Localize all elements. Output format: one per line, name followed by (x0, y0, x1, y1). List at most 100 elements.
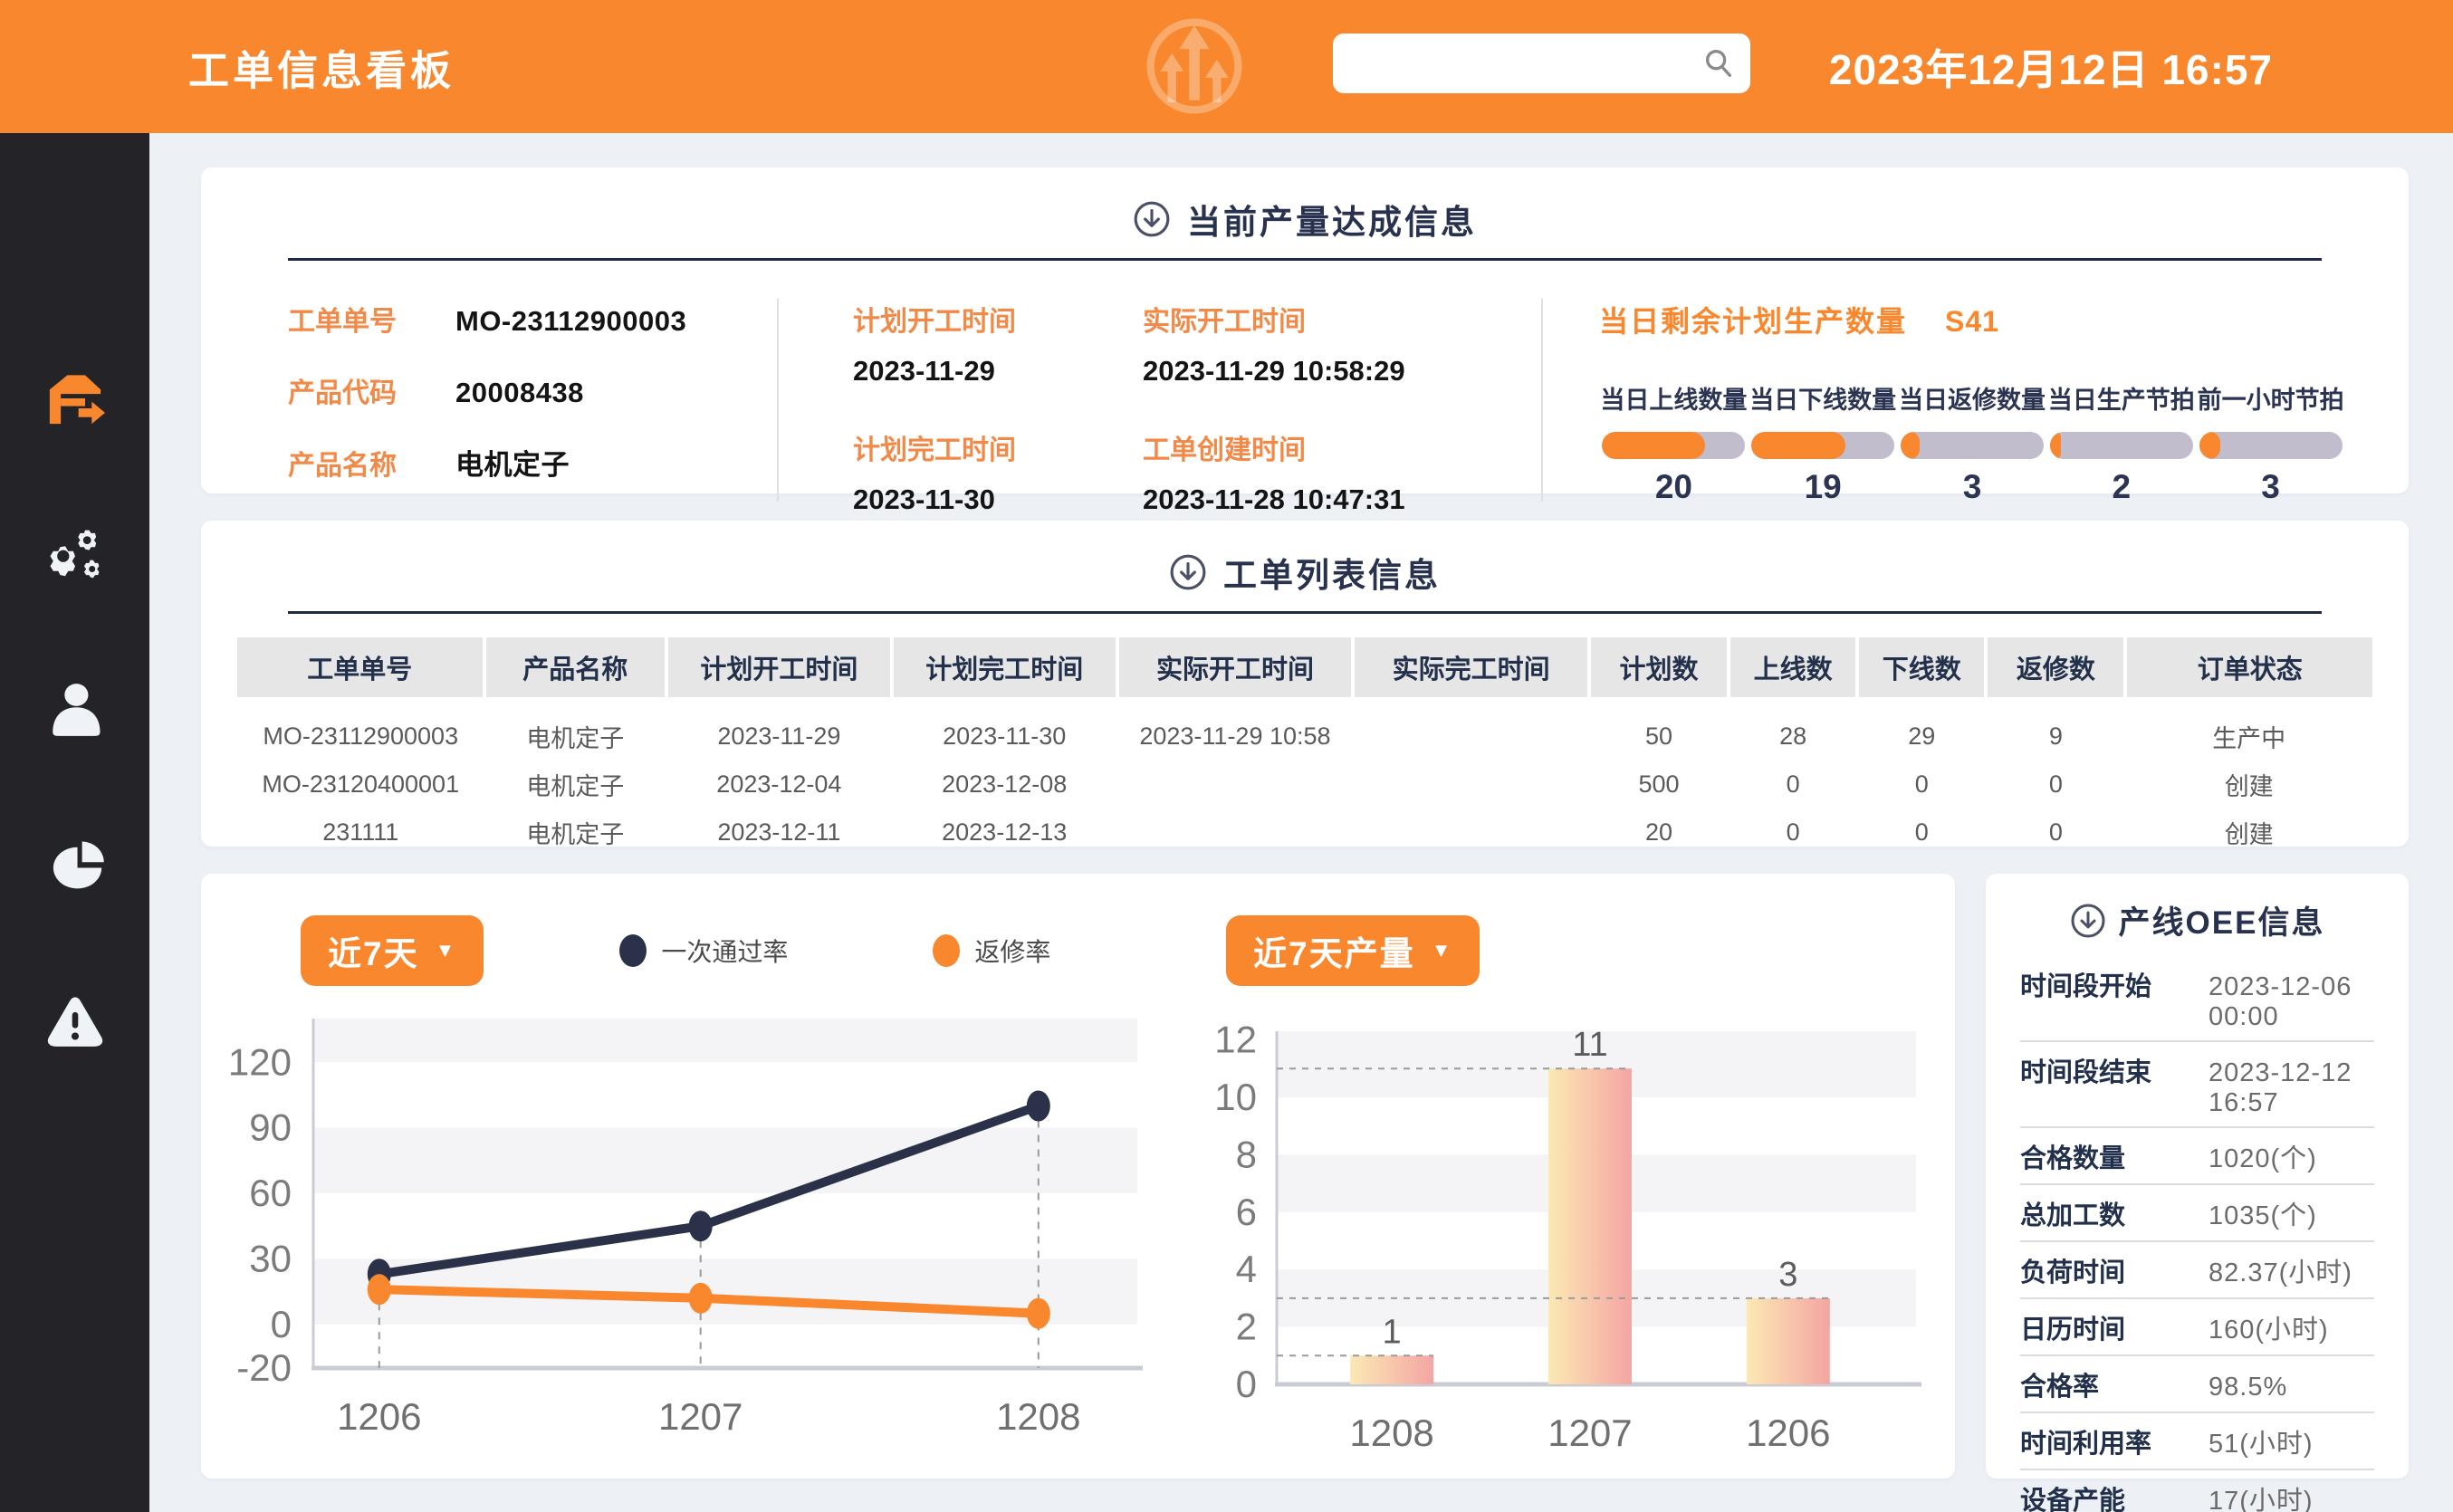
oee-rows: 时间段开始2023-12-06 00:00时间段结束2023-12-12 16:… (2020, 956, 2374, 1512)
table-cell: 2023-12-04 (666, 761, 892, 809)
sidebar-item-users[interactable] (36, 671, 114, 749)
pass-rate-chart-section: 近7天 ▼ 一次通过率返修率 -200306090120120612071208 (201, 874, 1188, 1479)
time-value: 2023-11-29 (853, 355, 1143, 388)
time-label: 计划完工时间 (853, 427, 1143, 467)
orders-card: 工单列表信息 工单单号产品名称计划开工时间计划完工时间实际开工时间实际完工时间计… (201, 521, 2409, 847)
oee-value: 2023-12-06 00:00 (2209, 972, 2374, 1032)
gears-icon (45, 524, 105, 584)
table-column-header: 计划完工时间 (892, 637, 1117, 697)
table-cell (1353, 697, 1589, 761)
progress-fill (1751, 432, 1845, 459)
oee-row: 设备产能17(小时) (2020, 1470, 2374, 1512)
data-point (689, 1211, 713, 1241)
table-cell: 500 (1589, 761, 1729, 809)
search-input[interactable] (1333, 33, 1750, 93)
y-tick-label: 0 (271, 1303, 292, 1345)
oee-label: 负荷时间 (2020, 1251, 2209, 1289)
oee-label: 时间利用率 (2020, 1422, 2209, 1460)
header: 工单信息看板 2023年12月12日 16:57 (0, 0, 2453, 133)
oee-row: 时间段结束2023-12-12 16:57 (2020, 1042, 2374, 1128)
production-card: 当前产量达成信息 工单单号MO-23112900003产品代码20008438产… (201, 167, 2409, 493)
table-row[interactable]: 231111电机定子2023-12-112023-12-1320000创建 (237, 809, 2372, 856)
stat-value: 19 (1749, 468, 1898, 506)
oee-row: 时间利用率51(小时) (2020, 1413, 2374, 1470)
daily-stat: 前一小时节拍3 (2196, 380, 2345, 506)
y-tick-label: 6 (1236, 1191, 1257, 1233)
x-tick-label: 1208 (996, 1395, 1080, 1438)
y-tick-label: 10 (1214, 1076, 1257, 1118)
oee-value: 17(小时) (2209, 1479, 2374, 1512)
x-tick-label: 1207 (1547, 1412, 1632, 1454)
table-cell: 231111 (237, 809, 484, 856)
field-value: 电机定子 (455, 442, 570, 483)
remaining-label: 当日剩余计划生产数量 (1599, 305, 1907, 338)
table-cell: MO-23120400001 (237, 761, 484, 809)
remaining-value: S41 (1945, 305, 1999, 338)
oee-value: 98.5% (2209, 1373, 2374, 1402)
data-point (368, 1274, 391, 1305)
sidebar-item-reports[interactable] (36, 827, 114, 904)
legend-item: 返修率 (933, 933, 1050, 969)
table-cell: 2023-11-30 (892, 697, 1117, 761)
bar (1350, 1355, 1433, 1384)
oee-label: 设备产能 (2020, 1479, 2209, 1512)
search-icon[interactable] (1701, 46, 1736, 81)
charts-card: 近7天 ▼ 一次通过率返修率 -200306090120120612071208… (201, 874, 1955, 1479)
oee-row: 合格率98.5% (2020, 1356, 2374, 1413)
oee-label: 合格率 (2020, 1365, 2209, 1403)
production-card-title: 当前产量达成信息 (1187, 195, 1477, 244)
output-chart-section: 近7天产量 ▼ 1113024681012120812071206 (1188, 874, 1955, 1479)
table-cell: 电机定子 (484, 761, 666, 809)
time-label: 工单创建时间 (1143, 427, 1541, 467)
y-tick-label: 120 (228, 1040, 292, 1083)
sidebar-item-settings[interactable] (36, 515, 114, 593)
line-range-dropdown[interactable]: 近7天 ▼ (301, 915, 484, 986)
pie-chart-icon (45, 836, 105, 895)
table-cell: 创建 (2125, 809, 2372, 856)
x-tick-label: 1208 (1349, 1412, 1433, 1454)
oee-card-title: 产线OEE信息 (2119, 897, 2325, 943)
daily-stat: 当日上线数量20 (1599, 380, 1749, 506)
table-column-header: 产品名称 (484, 637, 666, 697)
work-order-field: 产品代码20008438 (288, 370, 777, 410)
warning-icon (45, 991, 105, 1051)
legend-label: 一次通过率 (661, 933, 788, 969)
x-tick-label: 1206 (1746, 1412, 1830, 1454)
stat-label: 当日生产节拍 (2046, 380, 2196, 416)
bar-value-label: 3 (1778, 1256, 1797, 1294)
legend-item: 一次通过率 (619, 933, 788, 969)
table-cell: 50 (1589, 697, 1729, 761)
table-cell: 2023-12-08 (892, 761, 1117, 809)
oee-value: 82.37(小时) (2209, 1251, 2374, 1289)
page-title: 工单信息看板 (188, 37, 455, 96)
table-cell (1117, 809, 1354, 856)
circled-down-arrow-icon (1169, 553, 1207, 591)
field-value: 20008438 (455, 377, 584, 409)
caret-down-icon: ▼ (1432, 939, 1453, 962)
x-tick-label: 1207 (658, 1395, 743, 1438)
table-column-header: 下线数 (1857, 637, 1986, 697)
line-range-label: 近7天 (328, 926, 419, 975)
bar (1548, 1068, 1632, 1384)
progress-track (1602, 432, 1745, 459)
sidebar-item-alerts[interactable] (36, 982, 114, 1060)
orders-card-head: 工单列表信息 (201, 521, 2409, 597)
stat-value: 3 (1898, 468, 2047, 506)
time-label: 计划开工时间 (853, 299, 1143, 339)
sidebar-item-work-orders[interactable] (36, 359, 114, 437)
data-point (1027, 1091, 1050, 1122)
table-cell: 0 (1729, 761, 1857, 809)
grid-bands (313, 1019, 1137, 1325)
progress-track (1901, 432, 2044, 459)
sidebar (0, 133, 149, 1512)
time-field: 计划完工时间2023-11-30 (853, 427, 1143, 516)
line-chart-legend: 一次通过率 返修率 (619, 933, 1050, 969)
oee-label: 合格数量 (2020, 1137, 2209, 1175)
y-tick-label: 30 (249, 1237, 292, 1279)
table-row[interactable]: MO-23120400001电机定子2023-12-042023-12-08 50… (237, 761, 2372, 809)
bar-range-dropdown[interactable]: 近7天产量 ▼ (1226, 915, 1480, 986)
progress-fill (1602, 432, 1705, 459)
table-row[interactable]: MO-23112900003电机定子2023-11-292023-11-3020… (237, 697, 2372, 761)
stat-label: 前一小时节拍 (2196, 380, 2345, 416)
dashboard: 工单信息看板 2023年12月12日 16:57 (0, 0, 2453, 1512)
